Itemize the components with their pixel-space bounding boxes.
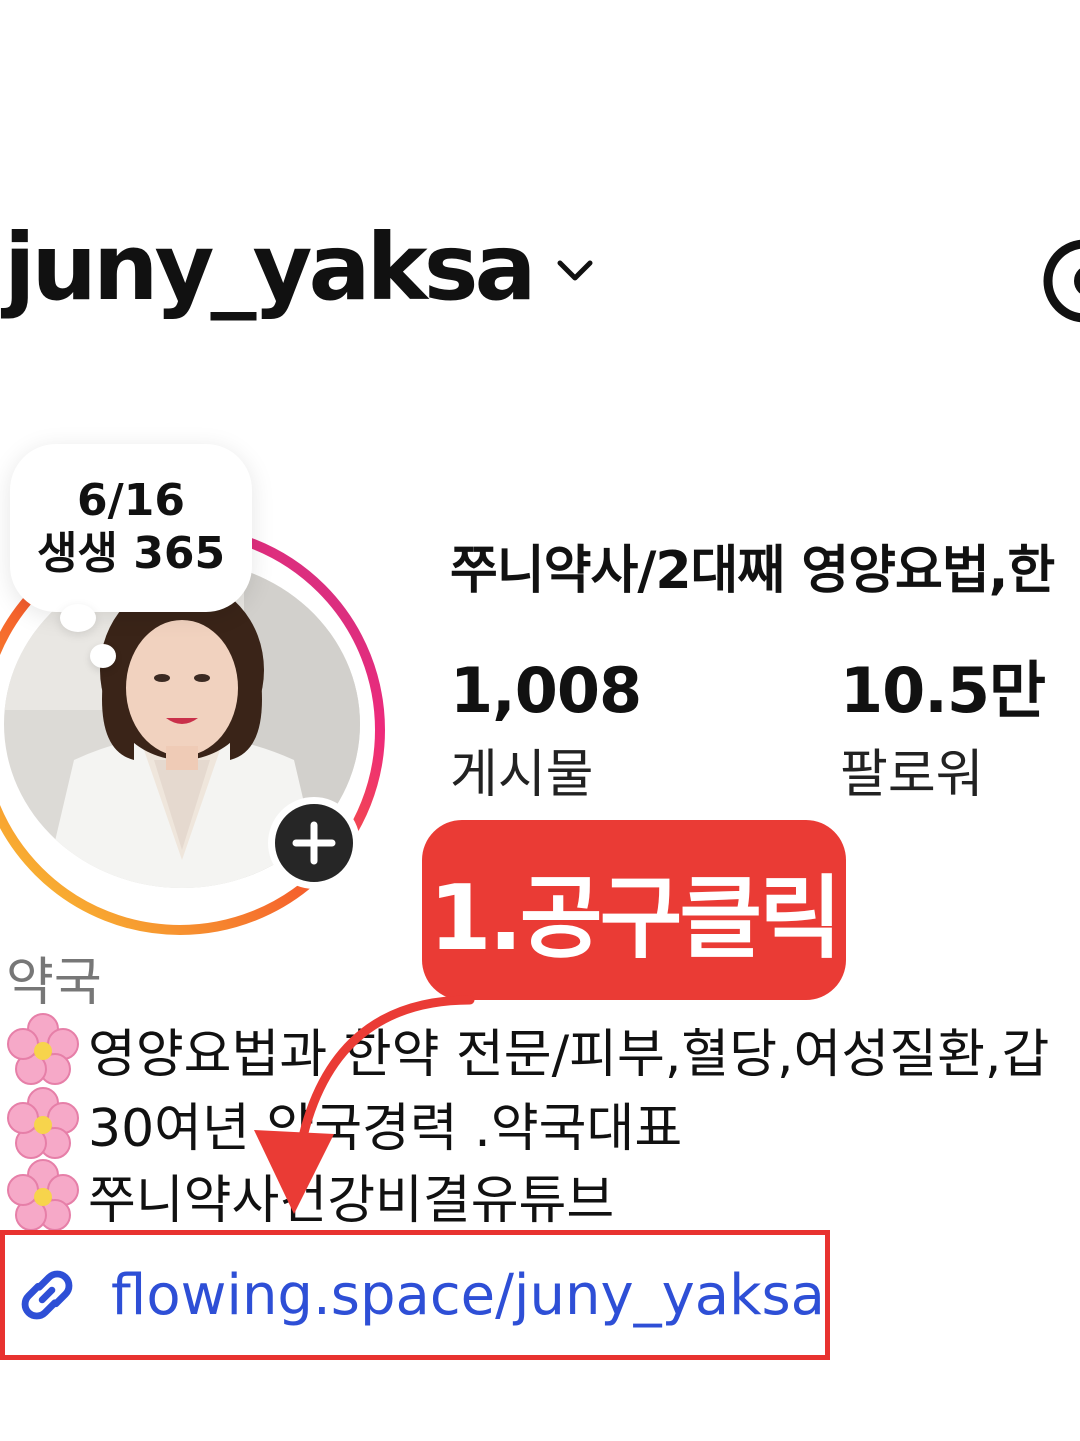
bio-text: 영양요법과 한약 전문/피부,혈당,여성질환,갑 bbox=[88, 1025, 1050, 1085]
link-text: flowing.space/juny_yaksa bbox=[111, 1262, 825, 1328]
callout-text: 1.공구클릭 bbox=[428, 866, 842, 971]
chevron-down-icon bbox=[557, 260, 593, 281]
link-icon bbox=[21, 1270, 73, 1320]
threads-icon[interactable] bbox=[1040, 236, 1080, 326]
profile-category: 약국 bbox=[6, 953, 102, 1013]
username: juny_yaksa bbox=[4, 214, 537, 321]
posts-stat[interactable]: 1,008 게시물 bbox=[450, 654, 642, 807]
bio-text: 쭈니약사건강비결유튜브 bbox=[88, 1171, 615, 1231]
cherry-blossom-icon bbox=[7, 1012, 79, 1085]
profile-note-bubble[interactable]: 6/16 생생 365 bbox=[10, 444, 252, 612]
cherry-blossom-icon bbox=[7, 1086, 79, 1159]
posts-label: 게시물 bbox=[450, 745, 594, 805]
note-text: 생생 365 bbox=[36, 528, 226, 579]
posts-count: 1,008 bbox=[450, 654, 642, 727]
followers-label: 팔로워 bbox=[840, 745, 984, 805]
plus-icon bbox=[292, 821, 336, 865]
bio-line: 쭈니약사건강비결유튜브 bbox=[6, 1158, 614, 1233]
profile-link[interactable]: flowing.space/juny_yaksa bbox=[0, 1230, 830, 1360]
note-date: 6/16 bbox=[77, 475, 185, 527]
followers-count: 10.5만 bbox=[840, 654, 1046, 727]
add-story-button[interactable] bbox=[268, 797, 360, 889]
followers-stat[interactable]: 10.5만 팔로워 bbox=[840, 654, 1046, 807]
bubble-tail-small bbox=[90, 644, 116, 668]
cherry-blossom-icon bbox=[7, 1158, 79, 1231]
bio-text: 30여년 약국경력 .약국대표 bbox=[88, 1099, 683, 1159]
bio-line: 영양요법과 한약 전문/피부,혈당,여성질환,갑 bbox=[6, 1012, 1049, 1087]
tutorial-callout: 1.공구클릭 bbox=[422, 820, 846, 1000]
bio-line: 30여년 약국경력 .약국대표 bbox=[6, 1086, 682, 1161]
display-name: 쭈니약사/2대째 영양요법,한 bbox=[450, 541, 1055, 601]
bubble-tail-large bbox=[60, 604, 96, 632]
account-switcher[interactable]: juny_yaksa bbox=[4, 222, 593, 314]
